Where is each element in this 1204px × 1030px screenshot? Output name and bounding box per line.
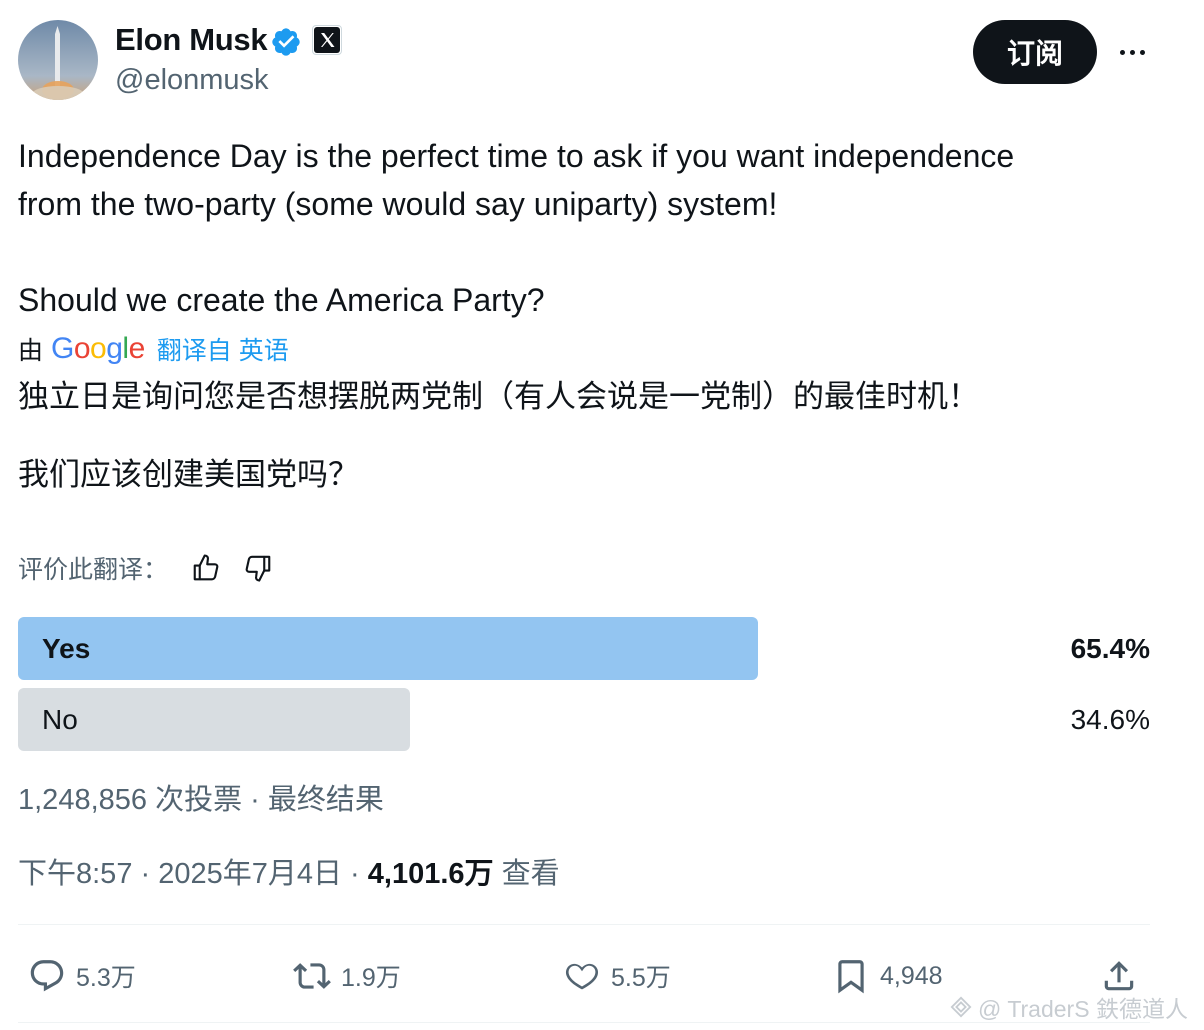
translation-line-1: 独立日是询问您是否想摆脱两党制（有人会说是一党制）的最佳时机！ bbox=[18, 379, 979, 414]
divider bbox=[18, 924, 1150, 925]
thumbs-down-icon[interactable] bbox=[242, 552, 274, 584]
more-dots-icon[interactable] bbox=[1112, 36, 1152, 68]
bookmark-count: 4,948 bbox=[880, 961, 943, 990]
thumbs-up-icon[interactable] bbox=[190, 552, 222, 584]
reply-button[interactable]: 5.3万 bbox=[28, 950, 136, 1002]
views-label: 查看 bbox=[493, 858, 560, 890]
heart-icon bbox=[565, 963, 599, 990]
tweet-text-line-2: from the two-party (some would say unipa… bbox=[18, 186, 778, 222]
x-logo-icon[interactable] bbox=[312, 25, 342, 55]
translation-byline: 由 Google 翻译自 英语 bbox=[18, 332, 289, 366]
bookmark-button[interactable]: 4,948 bbox=[832, 950, 943, 1002]
google-logo: Google bbox=[51, 332, 145, 365]
watermark: @ TraderS 鉄德道人 bbox=[950, 990, 1188, 1024]
tweet-text-line-3: Should we create the America Party? bbox=[18, 282, 545, 318]
rate-translation-label: 评价此翻译： bbox=[18, 556, 169, 584]
verified-badge-icon[interactable] bbox=[270, 26, 302, 58]
watermark-logo-icon bbox=[950, 996, 972, 1018]
reply-icon bbox=[30, 960, 64, 992]
poll-option-no-percent: 34.6% bbox=[1070, 704, 1150, 735]
poll-option-yes-label: Yes bbox=[42, 633, 91, 664]
rate-translation: 评价此翻译： bbox=[18, 548, 274, 588]
watermark-text: @ TraderS 鉄德道人 bbox=[978, 996, 1188, 1022]
poll-option-no-label: No bbox=[42, 704, 78, 735]
author-name[interactable]: Elon Musk bbox=[115, 22, 268, 58]
tweet-text-line-1: Independence Day is the perfect time to … bbox=[18, 138, 1015, 174]
translated-from-link[interactable]: 翻译自 英语 bbox=[157, 331, 289, 367]
translation-line-2: 我们应该创建美国党吗？ bbox=[18, 457, 359, 492]
tweet-timestamp[interactable]: 下午8:57 · 2025年7月4日 · bbox=[18, 858, 368, 890]
poll-vote-count: 1,248,856 次投票 · 最终结果 bbox=[18, 784, 384, 816]
author-handle[interactable]: @elonmusk bbox=[115, 64, 269, 97]
avatar[interactable] bbox=[18, 20, 98, 100]
poll-bar-yes bbox=[18, 617, 758, 680]
view-count: 4,101.6万 bbox=[367, 858, 494, 890]
poll-option-yes-percent: 65.4% bbox=[1070, 633, 1150, 664]
bookmark-icon bbox=[838, 960, 864, 994]
tweet-meta: 下午8:57 · 2025年7月4日 · 4,101.6万 查看 bbox=[18, 850, 560, 892]
repost-icon bbox=[293, 963, 331, 989]
repost-count: 1.9万 bbox=[341, 964, 401, 992]
translated-by-label: 由 bbox=[18, 337, 44, 365]
like-count: 5.5万 bbox=[611, 964, 671, 992]
subscribe-button[interactable]: 订阅 bbox=[973, 20, 1097, 84]
repost-button[interactable]: 1.9万 bbox=[293, 950, 401, 1002]
like-button[interactable]: 5.5万 bbox=[563, 950, 671, 1002]
reply-count: 5.3万 bbox=[76, 964, 136, 992]
